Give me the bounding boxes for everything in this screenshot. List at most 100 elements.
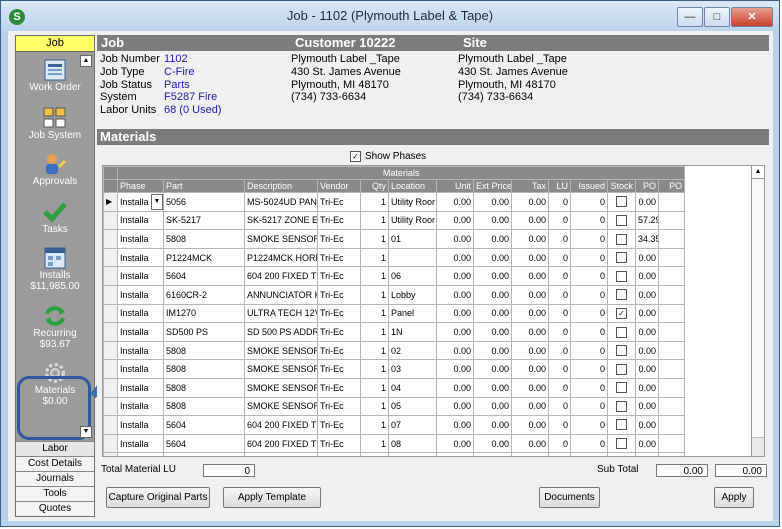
table-row[interactable]: Installa 5604 604 200 FIXED TE Tri-Ec 1 08 0.0…: [103, 433, 686, 454]
job-type-value[interactable]: C-Fire: [164, 66, 195, 78]
issued-cell[interactable]: 0: [570, 192, 608, 212]
desc-cell[interactable]: SMOKE SENSOR W: [244, 396, 318, 417]
lu-cell[interactable]: 0: [548, 452, 571, 456]
loc-cell[interactable]: Utility Roor: [388, 210, 437, 231]
row-selector[interactable]: [103, 340, 118, 361]
issued-cell[interactable]: 0: [570, 229, 608, 249]
apply-button[interactable]: Apply: [714, 487, 754, 508]
unit-cell[interactable]: 0.00: [436, 433, 474, 454]
close-button[interactable]: ✕: [731, 7, 773, 27]
unit-cell[interactable]: 0.00: [436, 396, 474, 417]
sidebar-item-job-system[interactable]: Job System: [16, 106, 94, 156]
issued-cell[interactable]: 0: [570, 396, 608, 417]
loc-cell[interactable]: 01: [388, 229, 437, 249]
issued-cell[interactable]: 0: [570, 210, 608, 231]
ext-cell[interactable]: 0.00: [473, 266, 512, 286]
vendor-cell[interactable]: Tri-Ec: [317, 396, 361, 417]
vendor-cell[interactable]: Tri-Ec: [317, 415, 361, 435]
vendor-cell[interactable]: Tri-Ec: [317, 192, 361, 212]
tax-cell[interactable]: 0.00: [511, 415, 549, 435]
po-number-cell[interactable]: [657, 415, 686, 435]
stock-checkbox[interactable]: [616, 214, 627, 226]
column-header[interactable]: Unit: [436, 179, 474, 193]
quotes-button[interactable]: Quotes: [16, 501, 94, 516]
qty-cell[interactable]: 1: [360, 210, 389, 231]
desc-cell[interactable]: SMOKE SENSOR W: [244, 340, 318, 361]
tax-cell[interactable]: 0.00: [511, 229, 549, 249]
po-number-cell[interactable]: [657, 303, 686, 324]
table-row[interactable]: Installa SK-5217 SK-5217 ZONE EX Tri-Ec 1 Uti…: [103, 210, 686, 231]
tax-cell[interactable]: 0.00: [511, 377, 549, 398]
column-header[interactable]: Location: [388, 179, 437, 193]
part-cell[interactable]: 5808: [163, 396, 245, 417]
stock-cell[interactable]: [607, 452, 636, 456]
phase-cell[interactable]: Installa: [117, 229, 164, 249]
part-cell[interactable]: 5056: [163, 192, 245, 212]
tax-cell[interactable]: 0.00: [511, 210, 549, 231]
tax-cell[interactable]: 0.00: [511, 396, 549, 417]
documents-button[interactable]: Documents: [539, 487, 600, 508]
tax-cell[interactable]: 0.00: [511, 192, 549, 212]
loc-cell[interactable]: 04: [388, 377, 437, 398]
lu-cell[interactable]: 0: [548, 247, 571, 268]
title-bar[interactable]: S Job - 1102 (Plymouth Label & Tape) — □ ✕: [1, 1, 779, 31]
phase-cell[interactable]: Installa: [117, 340, 164, 361]
po-number-cell[interactable]: [657, 396, 686, 417]
lu-cell[interactable]: 0: [548, 396, 571, 417]
vendor-cell[interactable]: Tri-Ec: [317, 229, 361, 249]
unit-cell[interactable]: 0.00: [436, 210, 474, 231]
lu-cell[interactable]: 0: [548, 340, 571, 361]
row-selector[interactable]: [103, 266, 118, 286]
po-number-cell[interactable]: [657, 247, 686, 268]
lu-cell[interactable]: 0: [548, 266, 571, 286]
minimize-button[interactable]: —: [677, 7, 703, 27]
table-row[interactable]: Installa5808SMOKE SENSOR WTri-Ec1030.000…: [103, 359, 686, 379]
po-number-cell[interactable]: [657, 359, 686, 379]
issued-cell[interactable]: 0: [570, 303, 608, 324]
table-row[interactable]: ▶ Installa ▼ 5056 MS-5024UD PANE Tri-Ec 1 Utili…: [103, 192, 686, 212]
qty-cell[interactable]: 1: [360, 229, 389, 249]
qty-cell[interactable]: 1: [360, 433, 389, 454]
loc-cell[interactable]: 08: [388, 433, 437, 454]
po-cell[interactable]: 34.35: [635, 229, 659, 249]
desc-cell[interactable]: P1224MCK HORN,: [244, 247, 318, 268]
issued-cell[interactable]: 0: [570, 284, 608, 305]
part-cell[interactable]: 5604: [163, 415, 245, 435]
desc-cell[interactable]: MS-5024UD PANE: [244, 192, 318, 212]
unit-cell[interactable]: 0.00: [436, 229, 474, 249]
loc-cell[interactable]: Panel: [388, 303, 437, 324]
phase-cell[interactable]: Installa: [117, 266, 164, 286]
unit-cell[interactable]: 0.00: [436, 284, 474, 305]
unit-cell[interactable]: 0.00: [436, 452, 474, 456]
issued-cell[interactable]: 0: [570, 359, 608, 379]
qty-cell[interactable]: 1: [360, 359, 389, 379]
loc-cell[interactable]: Lobby: [388, 284, 437, 305]
part-cell[interactable]: 5604: [163, 266, 245, 286]
tax-cell[interactable]: 0.00: [511, 322, 549, 342]
tax-cell[interactable]: 0.00: [511, 433, 549, 454]
unit-cell[interactable]: 0.00: [436, 303, 474, 324]
capture-original-parts-button[interactable]: Capture Original Parts: [106, 487, 210, 508]
stock-cell[interactable]: [607, 192, 636, 212]
labor-units-value[interactable]: 68 (0 Used): [164, 104, 221, 116]
vendor-cell[interactable]: Tri-Ec: [317, 284, 361, 305]
phase-cell[interactable]: Installa: [117, 303, 164, 324]
part-cell[interactable]: 5808: [163, 340, 245, 361]
tax-cell[interactable]: 0.00: [511, 359, 549, 379]
po-cell[interactable]: 0.00: [635, 284, 659, 305]
part-cell[interactable]: 5808: [163, 229, 245, 249]
desc-cell[interactable]: SMOKE SENSOR W: [244, 229, 318, 249]
row-selector[interactable]: [103, 433, 118, 454]
loc-cell[interactable]: 07: [388, 415, 437, 435]
ext-cell[interactable]: 0.00: [473, 415, 512, 435]
table-row[interactable]: Installa P1224MCK P1224MCK HORN, Tri-Ec 1 0.0…: [103, 247, 686, 268]
stock-cell[interactable]: ✓: [607, 303, 636, 324]
tools-button[interactable]: Tools: [16, 486, 94, 501]
part-cell[interactable]: P1224MCK: [163, 247, 245, 268]
po-cell[interactable]: 0.00: [635, 247, 659, 268]
column-header[interactable]: LU: [548, 179, 571, 193]
lu-cell[interactable]: 0: [548, 284, 571, 305]
po-cell[interactable]: 0.00: [635, 377, 659, 398]
phase-cell[interactable]: Installa: [117, 210, 164, 231]
desc-cell[interactable]: 604 200 FIXED TE: [244, 433, 318, 454]
